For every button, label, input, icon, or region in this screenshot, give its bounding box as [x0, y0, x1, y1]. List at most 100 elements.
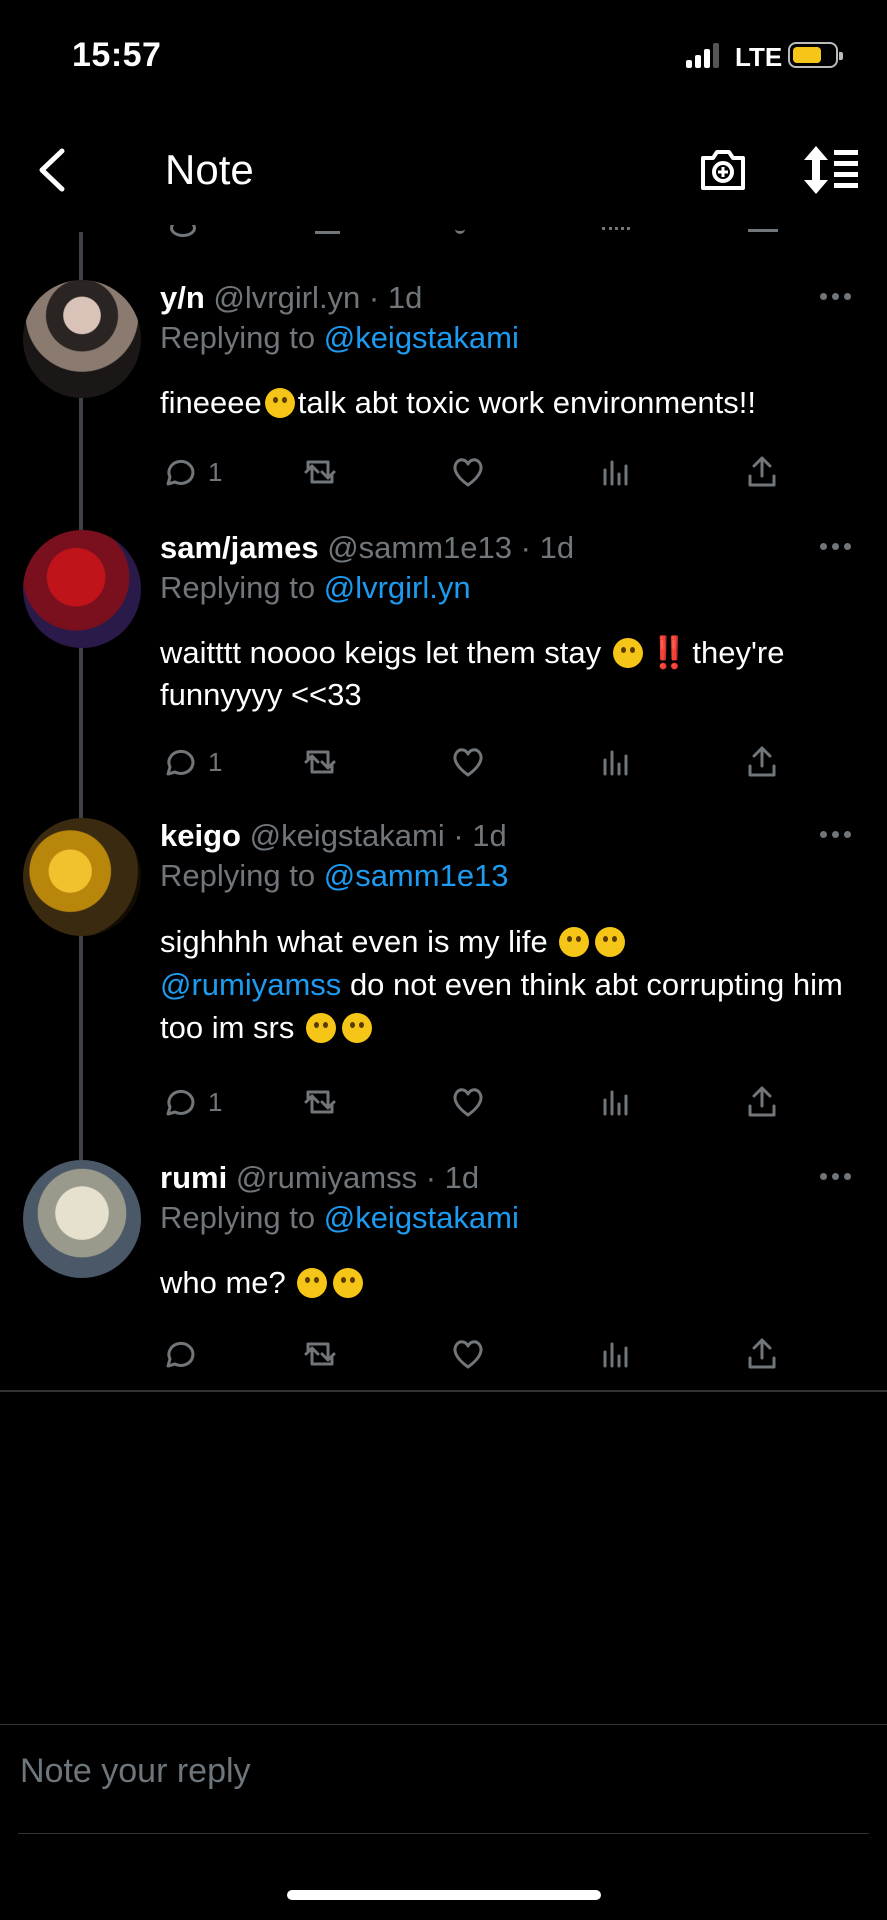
views-button[interactable] [598, 1334, 634, 1374]
tweet-actions [160, 1334, 800, 1374]
more-options-button[interactable] [820, 538, 860, 554]
views-button[interactable] [598, 452, 634, 492]
handle[interactable]: @lvrgirl.yn [213, 280, 360, 315]
avatar[interactable] [23, 280, 141, 398]
like-button[interactable] [450, 1334, 486, 1374]
mention-link[interactable]: @rumiyamss [160, 967, 341, 1002]
more-options-button[interactable] [820, 288, 860, 304]
camera-add-icon [701, 150, 745, 190]
status-time: 15:57 [72, 36, 162, 74]
timestamp: · 1d [520, 530, 575, 565]
more-options-button[interactable] [820, 1168, 860, 1184]
share-button[interactable] [744, 742, 780, 782]
like-button[interactable] [450, 452, 486, 492]
previous-actions-remnant [160, 225, 800, 237]
analytics-icon [603, 750, 628, 776]
mention-link[interactable]: @lvrgirl.yn [324, 570, 471, 605]
handle[interactable]: @rumiyamss [236, 1160, 417, 1195]
timestamp: · 1d [368, 280, 423, 315]
retweet-button[interactable] [302, 452, 338, 492]
avatar[interactable] [23, 818, 141, 936]
network-label: LTE [735, 42, 783, 72]
divider [0, 1724, 887, 1725]
home-indicator[interactable] [287, 1890, 601, 1900]
reply-button[interactable]: 1 [160, 742, 222, 782]
status-bar: 15:57 LTE [0, 0, 887, 110]
like-button[interactable] [450, 1082, 486, 1122]
share-button[interactable] [744, 1082, 780, 1122]
display-name[interactable]: keigo [160, 818, 241, 853]
reply-count: 1 [208, 746, 223, 777]
share-button[interactable] [744, 1334, 780, 1374]
reply-button[interactable]: 1 [160, 452, 222, 492]
views-button[interactable] [598, 742, 634, 782]
tweet-header: keigo @keigstakami · 1d [160, 818, 507, 854]
like-button[interactable] [450, 742, 486, 782]
sort-replies-button[interactable] [802, 144, 860, 196]
heart-icon [453, 458, 483, 487]
reply-input[interactable]: Note your reply [20, 1752, 860, 1791]
camera-button[interactable] [697, 144, 749, 196]
halo-face-emoji-icon [333, 1268, 364, 1298]
melting-face-emoji-icon [559, 927, 590, 957]
handle[interactable]: @samm1e13 [327, 530, 512, 565]
tweet-text: who me? [160, 1262, 860, 1304]
avatar[interactable] [23, 530, 141, 648]
share-icon [748, 746, 776, 777]
tweet-text: sighhhh what even is my life @rumiyamss … [160, 924, 843, 1045]
thread-line [79, 398, 83, 530]
more-options-button[interactable] [820, 826, 860, 842]
page-title: Note [165, 146, 254, 193]
sort-icon [804, 146, 858, 194]
mention-link[interactable]: @keigstakami [324, 320, 519, 355]
signal-icon [686, 42, 722, 68]
display-name[interactable]: y/n [160, 280, 205, 315]
back-button[interactable] [30, 145, 80, 195]
display-name[interactable]: rumi [160, 1160, 227, 1195]
halo-face-emoji-icon [297, 1268, 328, 1298]
avatar[interactable] [23, 1160, 141, 1278]
retweet-icon [304, 1090, 336, 1114]
heart-icon [453, 748, 483, 777]
share-icon [748, 1338, 776, 1369]
sleepy-face-emoji-icon [595, 927, 626, 957]
display-name[interactable]: sam/james [160, 530, 319, 565]
tweet-header: y/n @lvrgirl.yn · 1d [160, 280, 422, 316]
replying-to: Replying to @keigstakami [160, 320, 519, 355]
thread-line [79, 936, 83, 1160]
retweet-icon [304, 1342, 336, 1366]
tweet-actions: 1 [160, 452, 800, 492]
top-nav: Note [0, 120, 887, 220]
share-icon [748, 1086, 776, 1117]
mention-link[interactable]: @keigstakami [324, 1200, 519, 1235]
handle[interactable]: @keigstakami [250, 818, 445, 853]
retweet-button[interactable] [302, 1334, 338, 1374]
comment-icon [166, 1090, 195, 1116]
tweet-text: waitttt noooo keigs let them stay ‼️ they… [160, 635, 785, 712]
double-exclamation-icon: ‼️ [649, 635, 689, 670]
views-button[interactable] [598, 1082, 634, 1122]
pleading-face-emoji-icon [612, 638, 643, 668]
replying-to: Replying to @keigstakami [160, 1200, 519, 1235]
tweet-text: fineeee talk abt toxic work environments!… [160, 385, 757, 420]
replying-to: Replying to @lvrgirl.yn [160, 570, 471, 605]
timestamp: · 1d [425, 1160, 480, 1195]
tweet-header: sam/james @samm1e13 · 1d [160, 530, 574, 566]
reply-button[interactable]: 1 [160, 1082, 222, 1122]
divider [18, 1833, 869, 1834]
retweet-button[interactable] [302, 1082, 338, 1122]
analytics-icon [603, 1342, 628, 1368]
timestamp: · 1d [453, 818, 507, 853]
retweet-icon [304, 750, 336, 774]
reply-button[interactable] [160, 1334, 208, 1374]
thread-line [79, 232, 83, 280]
retweet-button[interactable] [302, 742, 338, 782]
tweet-actions: 1 [160, 1082, 800, 1122]
comment-icon [166, 460, 195, 486]
rolling-eyes-emoji-icon [264, 388, 295, 418]
mention-link[interactable]: @samm1e13 [324, 858, 509, 893]
analytics-icon [603, 1090, 628, 1116]
heart-icon [453, 1088, 483, 1117]
comment-icon [166, 750, 195, 776]
share-button[interactable] [744, 452, 780, 492]
